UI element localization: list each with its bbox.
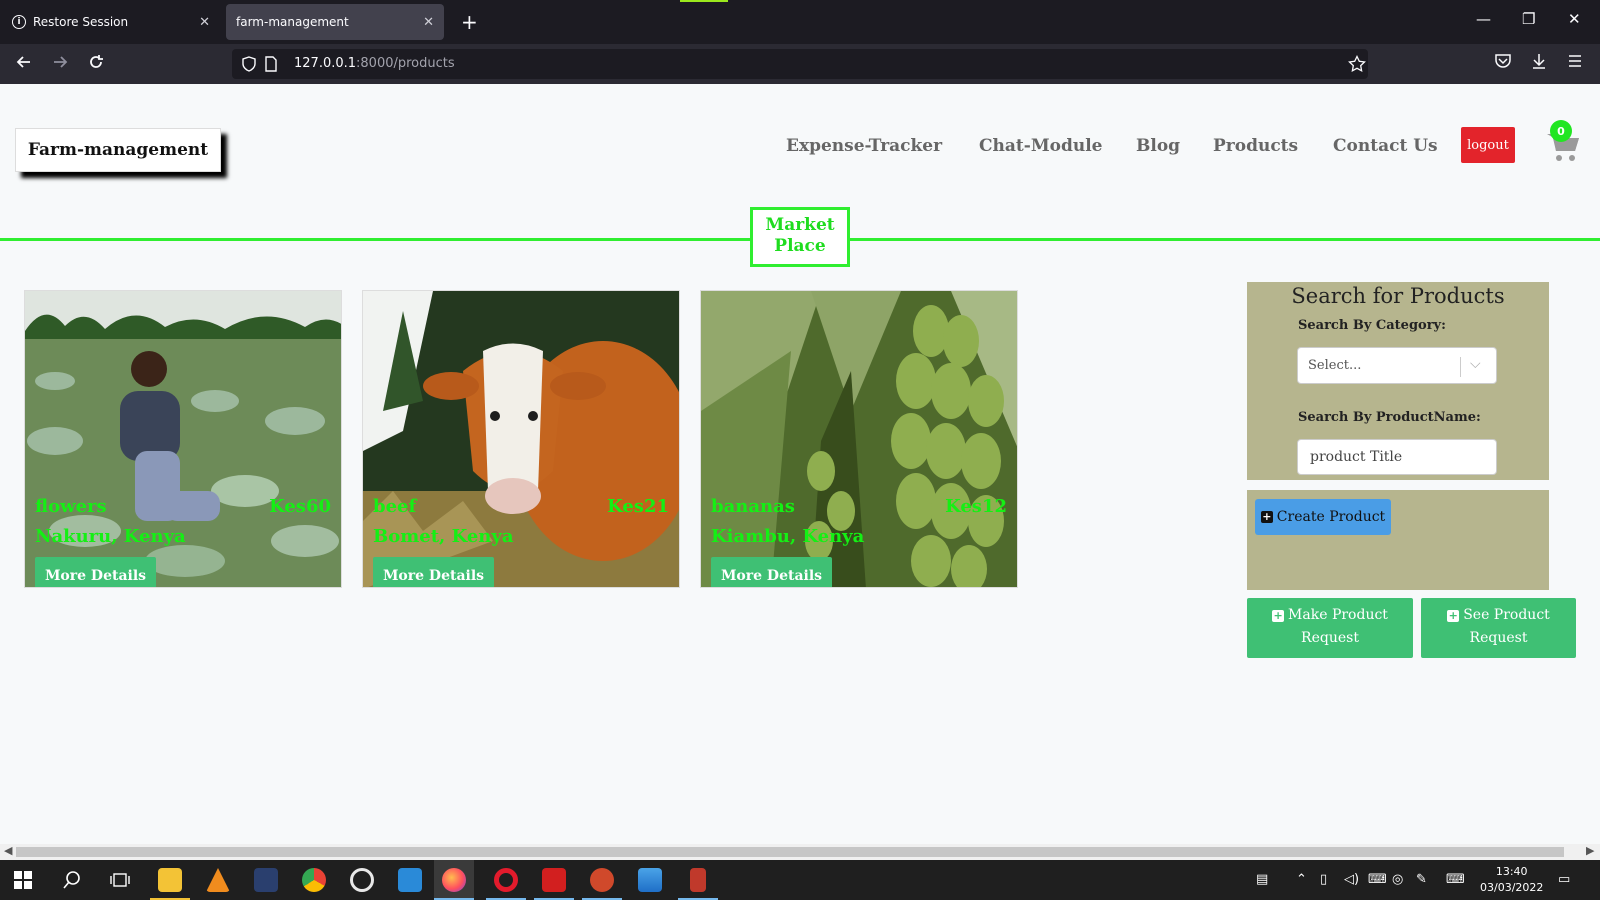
category-select-value: Select...	[1308, 358, 1362, 373]
forward-icon[interactable]	[50, 52, 70, 77]
task-view-icon[interactable]	[110, 870, 130, 894]
more-details-button[interactable]: More Details	[373, 557, 494, 587]
product-price: Kes12	[945, 496, 1007, 517]
nav-blog[interactable]: Blog	[1136, 136, 1180, 156]
plus-square-icon: +	[1447, 609, 1460, 622]
nav-expense-tracker[interactable]: Expense-Tracker	[786, 136, 942, 156]
product-name-input[interactable]	[1297, 439, 1497, 475]
product-price: Kes60	[269, 496, 331, 517]
create-product-button[interactable]: + Create Product	[1255, 499, 1391, 535]
product-name: bananas	[711, 496, 795, 517]
browser-tab-bar: i Restore Session ✕ farm-management ✕ + …	[0, 0, 1600, 44]
close-tab-icon[interactable]: ✕	[423, 15, 434, 30]
tab-title: farm-management	[236, 15, 349, 29]
info-icon: i	[12, 15, 26, 29]
more-details-button[interactable]: More Details	[711, 557, 832, 587]
star-icon[interactable]	[1348, 54, 1366, 77]
scroll-right-icon[interactable]: ▶	[1586, 844, 1594, 857]
windows-start-icon[interactable]	[14, 871, 32, 893]
product-card[interactable]: beef Kes21 Bomet, Kenya More Details	[362, 290, 680, 588]
page-content: Farm-management Expense-Tracker Chat-Mod…	[0, 84, 1600, 844]
restore-icon[interactable]: ❐	[1522, 10, 1535, 28]
firefox-icon[interactable]	[442, 868, 466, 892]
product-location: Bomet, Kenya	[373, 526, 514, 547]
category-select[interactable]: Select... ⌵	[1297, 347, 1497, 384]
product-name: flowers	[35, 496, 107, 517]
vlc-icon[interactable]	[206, 868, 230, 892]
chevron-up-icon[interactable]: ⌃	[1296, 872, 1307, 887]
horizontal-scrollbar[interactable]: ◀ ▶	[0, 844, 1600, 860]
nav-products[interactable]: Products	[1213, 136, 1298, 156]
file-explorer-icon[interactable]	[158, 868, 182, 892]
logout-button[interactable]: logout	[1461, 127, 1515, 163]
photos-icon[interactable]	[638, 868, 662, 892]
back-icon[interactable]	[14, 52, 34, 77]
plus-square-icon: +	[1260, 510, 1273, 523]
scrollbar-thumb[interactable]	[16, 847, 1564, 857]
see-product-request-button[interactable]: + See Product Request	[1421, 598, 1576, 658]
create-panel: + Create Product	[1247, 490, 1549, 590]
site-brand[interactable]: Farm-management	[15, 128, 221, 172]
url-text[interactable]: 127.0.0.1:8000/products	[294, 56, 455, 71]
cart-count-badge: 0	[1550, 120, 1572, 142]
tab-bar-accent	[680, 0, 728, 2]
plus-square-icon: +	[1272, 609, 1285, 622]
reload-icon[interactable]	[86, 52, 106, 77]
pen-icon[interactable]: ✎	[1416, 872, 1427, 887]
close-window-icon[interactable]: ✕	[1568, 10, 1581, 28]
volume-icon[interactable]: ◁)	[1344, 872, 1359, 887]
download-icon[interactable]	[1530, 52, 1548, 75]
product-card[interactable]: bananas Kes12 Kiambu, Kenya More Details	[700, 290, 1018, 588]
windows-taskbar: ▤ ⌃ ▯ ◁) ⌨ ◎ ✎ ⌨ 13:40 03/03/2022 ▭	[0, 860, 1600, 900]
product-name: beef	[373, 496, 417, 517]
product-location: Nakuru, Kenya	[35, 526, 186, 547]
search-title: Search for Products	[1291, 284, 1505, 308]
scroll-left-icon[interactable]: ◀	[4, 844, 12, 857]
more-details-button[interactable]: More Details	[35, 557, 156, 587]
shield-icon[interactable]	[241, 56, 257, 76]
nav-contact-us[interactable]: Contact Us	[1333, 136, 1438, 156]
select-separator	[1460, 357, 1461, 377]
product-price: Kes21	[607, 496, 669, 517]
opera-icon[interactable]	[494, 868, 518, 892]
new-tab-button[interactable]: +	[461, 10, 478, 34]
product-card[interactable]: flowers Kes60 Nakuru, Kenya More Details	[24, 290, 342, 588]
search-icon[interactable]	[62, 870, 82, 894]
chevron-down-icon[interactable]: ⌵	[1470, 356, 1481, 372]
page-icon[interactable]	[264, 56, 278, 76]
taskbar-clock[interactable]: 13:40 03/03/2022	[1480, 864, 1543, 896]
url-bar[interactable]: 127.0.0.1:8000/products	[232, 49, 1368, 79]
make-product-request-button[interactable]: + Make Product Request	[1247, 598, 1413, 658]
chrome-icon[interactable]	[302, 868, 326, 892]
tab-restore-session[interactable]: i Restore Session ✕	[2, 4, 220, 40]
pocket-icon[interactable]	[1494, 52, 1512, 75]
minimize-icon[interactable]: —	[1476, 10, 1491, 28]
nav-chat-module[interactable]: Chat-Module	[979, 136, 1103, 156]
vscode-icon[interactable]	[398, 868, 422, 892]
search-panel: Search for Products Search By Category: …	[1247, 282, 1549, 480]
section-title: Market Place	[750, 207, 850, 267]
app-icon[interactable]	[254, 868, 278, 892]
tab-title: Restore Session	[33, 15, 129, 29]
acrobat-icon[interactable]	[542, 868, 566, 892]
tab-farm-management[interactable]: farm-management ✕	[226, 4, 444, 40]
keyboard-icon[interactable]: ⌨	[1446, 872, 1465, 887]
powerpoint-icon[interactable]	[590, 868, 614, 892]
menu-icon[interactable]	[1566, 52, 1584, 75]
category-label: Search By Category:	[1298, 318, 1446, 333]
network-icon[interactable]: ◎	[1392, 872, 1403, 887]
obs-icon[interactable]	[350, 868, 374, 892]
language-icon[interactable]: ⌨	[1368, 872, 1387, 887]
product-name-label: Search By ProductName:	[1298, 410, 1481, 425]
notifications-icon[interactable]: ▭	[1558, 872, 1570, 887]
battery-icon[interactable]: ▯	[1320, 872, 1327, 887]
snipping-tool-icon[interactable]	[690, 868, 706, 892]
news-icon[interactable]: ▤	[1256, 872, 1268, 887]
product-location: Kiambu, Kenya	[711, 526, 865, 547]
close-tab-icon[interactable]: ✕	[199, 15, 210, 30]
browser-nav-bar: 127.0.0.1:8000/products	[0, 44, 1600, 84]
